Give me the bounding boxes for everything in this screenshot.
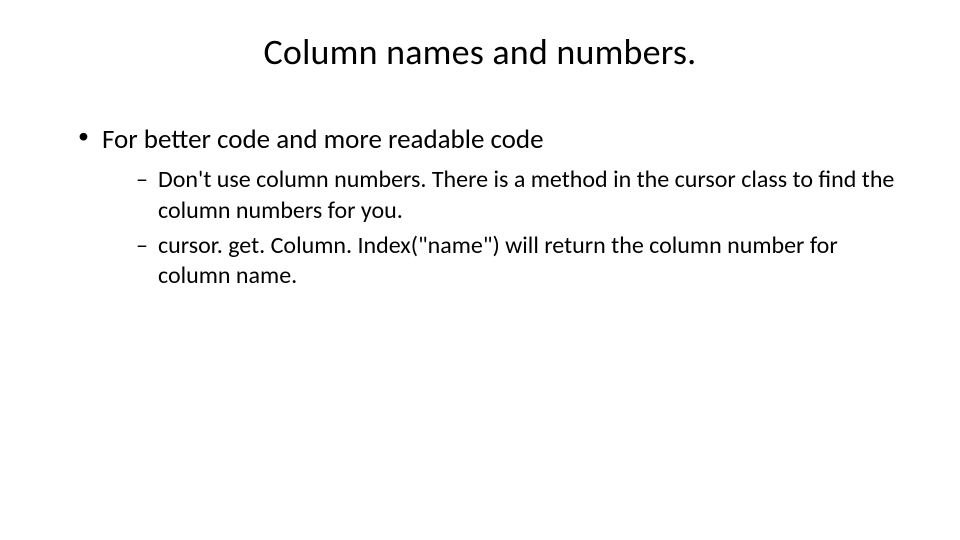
slide-title: Column names and numbers. <box>60 30 900 74</box>
bullet-item: For better code and more readable code D… <box>72 122 900 292</box>
slide: Column names and numbers. For better cod… <box>0 0 960 540</box>
subbullet-item: Don't use column numbers. There is a met… <box>136 165 900 226</box>
subbullet-item: cursor. get. Column. Index("name") will … <box>136 231 900 292</box>
subbullet-text: Don't use column numbers. There is a met… <box>158 165 894 225</box>
bullet-text: For better code and more readable code <box>102 123 544 156</box>
bullet-list-level1: For better code and more readable code D… <box>60 122 900 292</box>
bullet-list-level2: Don't use column numbers. There is a met… <box>102 165 900 292</box>
subbullet-text: cursor. get. Column. Index("name") will … <box>158 231 838 291</box>
